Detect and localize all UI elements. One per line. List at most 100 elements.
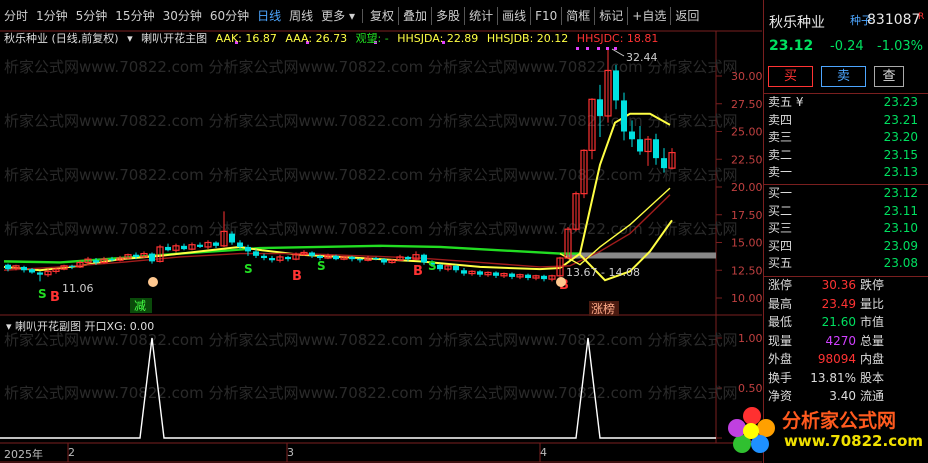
- high-price-label: 32.44: [626, 51, 658, 64]
- candle-body-down: [309, 252, 315, 256]
- candle-body-down: [477, 271, 483, 275]
- candle-body-down: [381, 259, 387, 263]
- candle-body-down: [629, 131, 635, 140]
- candle-body-down: [421, 254, 427, 263]
- coin-marker-icon: [556, 277, 566, 287]
- stat-label: 涨停: [768, 278, 793, 292]
- hhsjda-value: HHSJDA: 22.89: [397, 32, 479, 45]
- level-label: 卖一: [768, 165, 793, 180]
- ask-level[interactable]: 卖五 ¥ 23.23: [768, 94, 922, 112]
- watermark-text: 析家公式网www.70822.com 分析家公式网www.70822.com 分…: [4, 384, 737, 402]
- stat-label: 总量: [860, 333, 885, 348]
- level-label: 买四: [768, 238, 793, 253]
- sell-button[interactable]: 卖: [821, 66, 866, 87]
- y-tick-label: 22.50: [731, 153, 763, 166]
- stat-row: 最高 23.49 量比: [768, 297, 928, 312]
- level-price: 23.12: [883, 186, 918, 200]
- level-price: 23.11: [883, 203, 918, 218]
- main-indicator-header: 秋乐种业 (日线,前复权) ▾ 喇叭开花主图 AAK: 16.87 AAA: 2…: [0, 30, 663, 45]
- level-price: 23.23: [883, 95, 918, 109]
- stat-label: 市值: [860, 315, 885, 329]
- query-button[interactable]: 查: [874, 66, 904, 87]
- bid-level[interactable]: 买五 23.08: [768, 255, 922, 273]
- candle-body-down: [357, 259, 363, 261]
- r-badge: R: [918, 12, 925, 22]
- candle-body-down: [29, 269, 35, 273]
- ask-level[interactable]: 卖二 23.15: [768, 147, 922, 165]
- price-change-percent: -1.03%: [877, 39, 923, 54]
- stock-period-label: 秋乐种业 (日线,前复权): [4, 32, 119, 45]
- candle-body-down: [461, 270, 467, 274]
- buy-signal-marker: B: [292, 269, 302, 284]
- stat-row: 涨停 30.36 跌停: [768, 278, 928, 293]
- signal-dot: [586, 47, 589, 50]
- candle-body-down: [637, 139, 643, 152]
- bid-book: 买一 23.12 买二 23.11 买三 23.10 买四 23.09 买五 23.08: [768, 185, 922, 273]
- candle-body-down: [109, 259, 115, 261]
- level-label: 买三: [768, 221, 793, 236]
- candle-body-down: [653, 139, 659, 159]
- candle-body-down: [437, 264, 443, 270]
- ask-level[interactable]: 卖四 23.21: [768, 112, 922, 130]
- candle-body-down: [621, 100, 627, 132]
- logo-url: www.70822.com: [784, 432, 924, 450]
- stat-value: 4270: [825, 333, 856, 348]
- level-price: 23.09: [883, 238, 918, 253]
- candle-body-down: [541, 275, 547, 280]
- ask-book: 卖五 ¥ 23.23 卖四 23.21 卖三 23.20 卖二 23.15 卖一 23.13: [768, 94, 922, 182]
- candle-body-down: [213, 242, 219, 246]
- hhsjdb-value: HHSJDB: 20.12: [486, 32, 569, 45]
- bid-level[interactable]: 买三 23.10: [768, 220, 922, 238]
- stat-value: 30.36: [821, 278, 856, 292]
- buy-button[interactable]: 买: [768, 66, 813, 87]
- sell-signal-marker: S: [38, 287, 47, 301]
- level-price: 23.20: [883, 130, 918, 145]
- bid-level[interactable]: 买四 23.09: [768, 238, 922, 256]
- price-change: -0.24: [830, 39, 864, 54]
- sub-y-tick-label: 1.00: [738, 332, 763, 345]
- watermark-text: 析家公式网www.70822.com 分析家公式网www.70822.com 分…: [4, 331, 737, 349]
- candle-body-down: [149, 253, 155, 262]
- sub-indicator-name[interactable]: 喇叭开花副图: [15, 320, 81, 333]
- sub-dropdown-icon[interactable]: ▾: [6, 320, 12, 333]
- candle-body-down: [93, 260, 99, 263]
- flower-logo-icon: [728, 407, 775, 453]
- ask-level[interactable]: 卖三 23.20: [768, 129, 922, 147]
- level-price: 23.10: [883, 221, 918, 236]
- candle-body-down: [405, 256, 411, 260]
- kline-chart[interactable]: 析家公式网www.70822.com 分析家公式网www.70822.com 分…: [0, 0, 763, 463]
- sub-indicator-header: ▾ 喇叭开花副图 开口XG: 0.00: [0, 318, 154, 333]
- sub-y-tick-label: 0.50: [738, 382, 763, 395]
- site-logo: 分析家公式网 www.70822.com: [722, 400, 928, 460]
- candle-body-down: [317, 255, 323, 259]
- stat-row: 现量 4270 总量: [768, 334, 928, 349]
- sell-signal-marker: S: [317, 259, 326, 273]
- trade-buttons: 买 卖 查: [768, 66, 904, 87]
- level-label: 卖五 ¥: [768, 95, 804, 109]
- y-tick-label: 17.50: [731, 209, 763, 222]
- candle-body-down: [237, 242, 243, 247]
- candle-body-down: [509, 273, 515, 277]
- stat-label: 现量: [768, 333, 793, 348]
- candle-body-down: [21, 266, 27, 271]
- bid-level[interactable]: 买二 23.11: [768, 203, 922, 221]
- stat-value: 13.81%: [810, 370, 856, 385]
- indicator-dropdown-icon[interactable]: ▾: [127, 32, 133, 45]
- level-price: 23.13: [883, 165, 918, 180]
- indicator-lines: [3, 112, 716, 282]
- stat-label: 外盘: [768, 352, 793, 366]
- date-label: 2: [68, 446, 75, 459]
- aak-value: AAK: 16.87: [215, 32, 277, 45]
- candle-body-down: [165, 246, 171, 251]
- date-axis: 2025年 2 3 4: [0, 443, 762, 463]
- buy-signal-marker: B: [413, 264, 423, 279]
- signal-dot: [597, 47, 600, 50]
- high-price-pointer: [611, 48, 625, 57]
- date-label: 3: [287, 446, 294, 459]
- ask-level[interactable]: 卖一 23.13: [768, 164, 922, 182]
- watermark-layer: 析家公式网www.70822.com 分析家公式网www.70822.com 分…: [4, 58, 737, 402]
- y-tick-label: 27.50: [731, 98, 763, 111]
- bid-level[interactable]: 买一 23.12: [768, 185, 922, 203]
- indicator-name[interactable]: 喇叭开花主图: [141, 32, 207, 45]
- quote-panel: 秋乐种业 种子 831087 R 23.12 -0.24 -1.03% 买 卖 …: [763, 0, 928, 463]
